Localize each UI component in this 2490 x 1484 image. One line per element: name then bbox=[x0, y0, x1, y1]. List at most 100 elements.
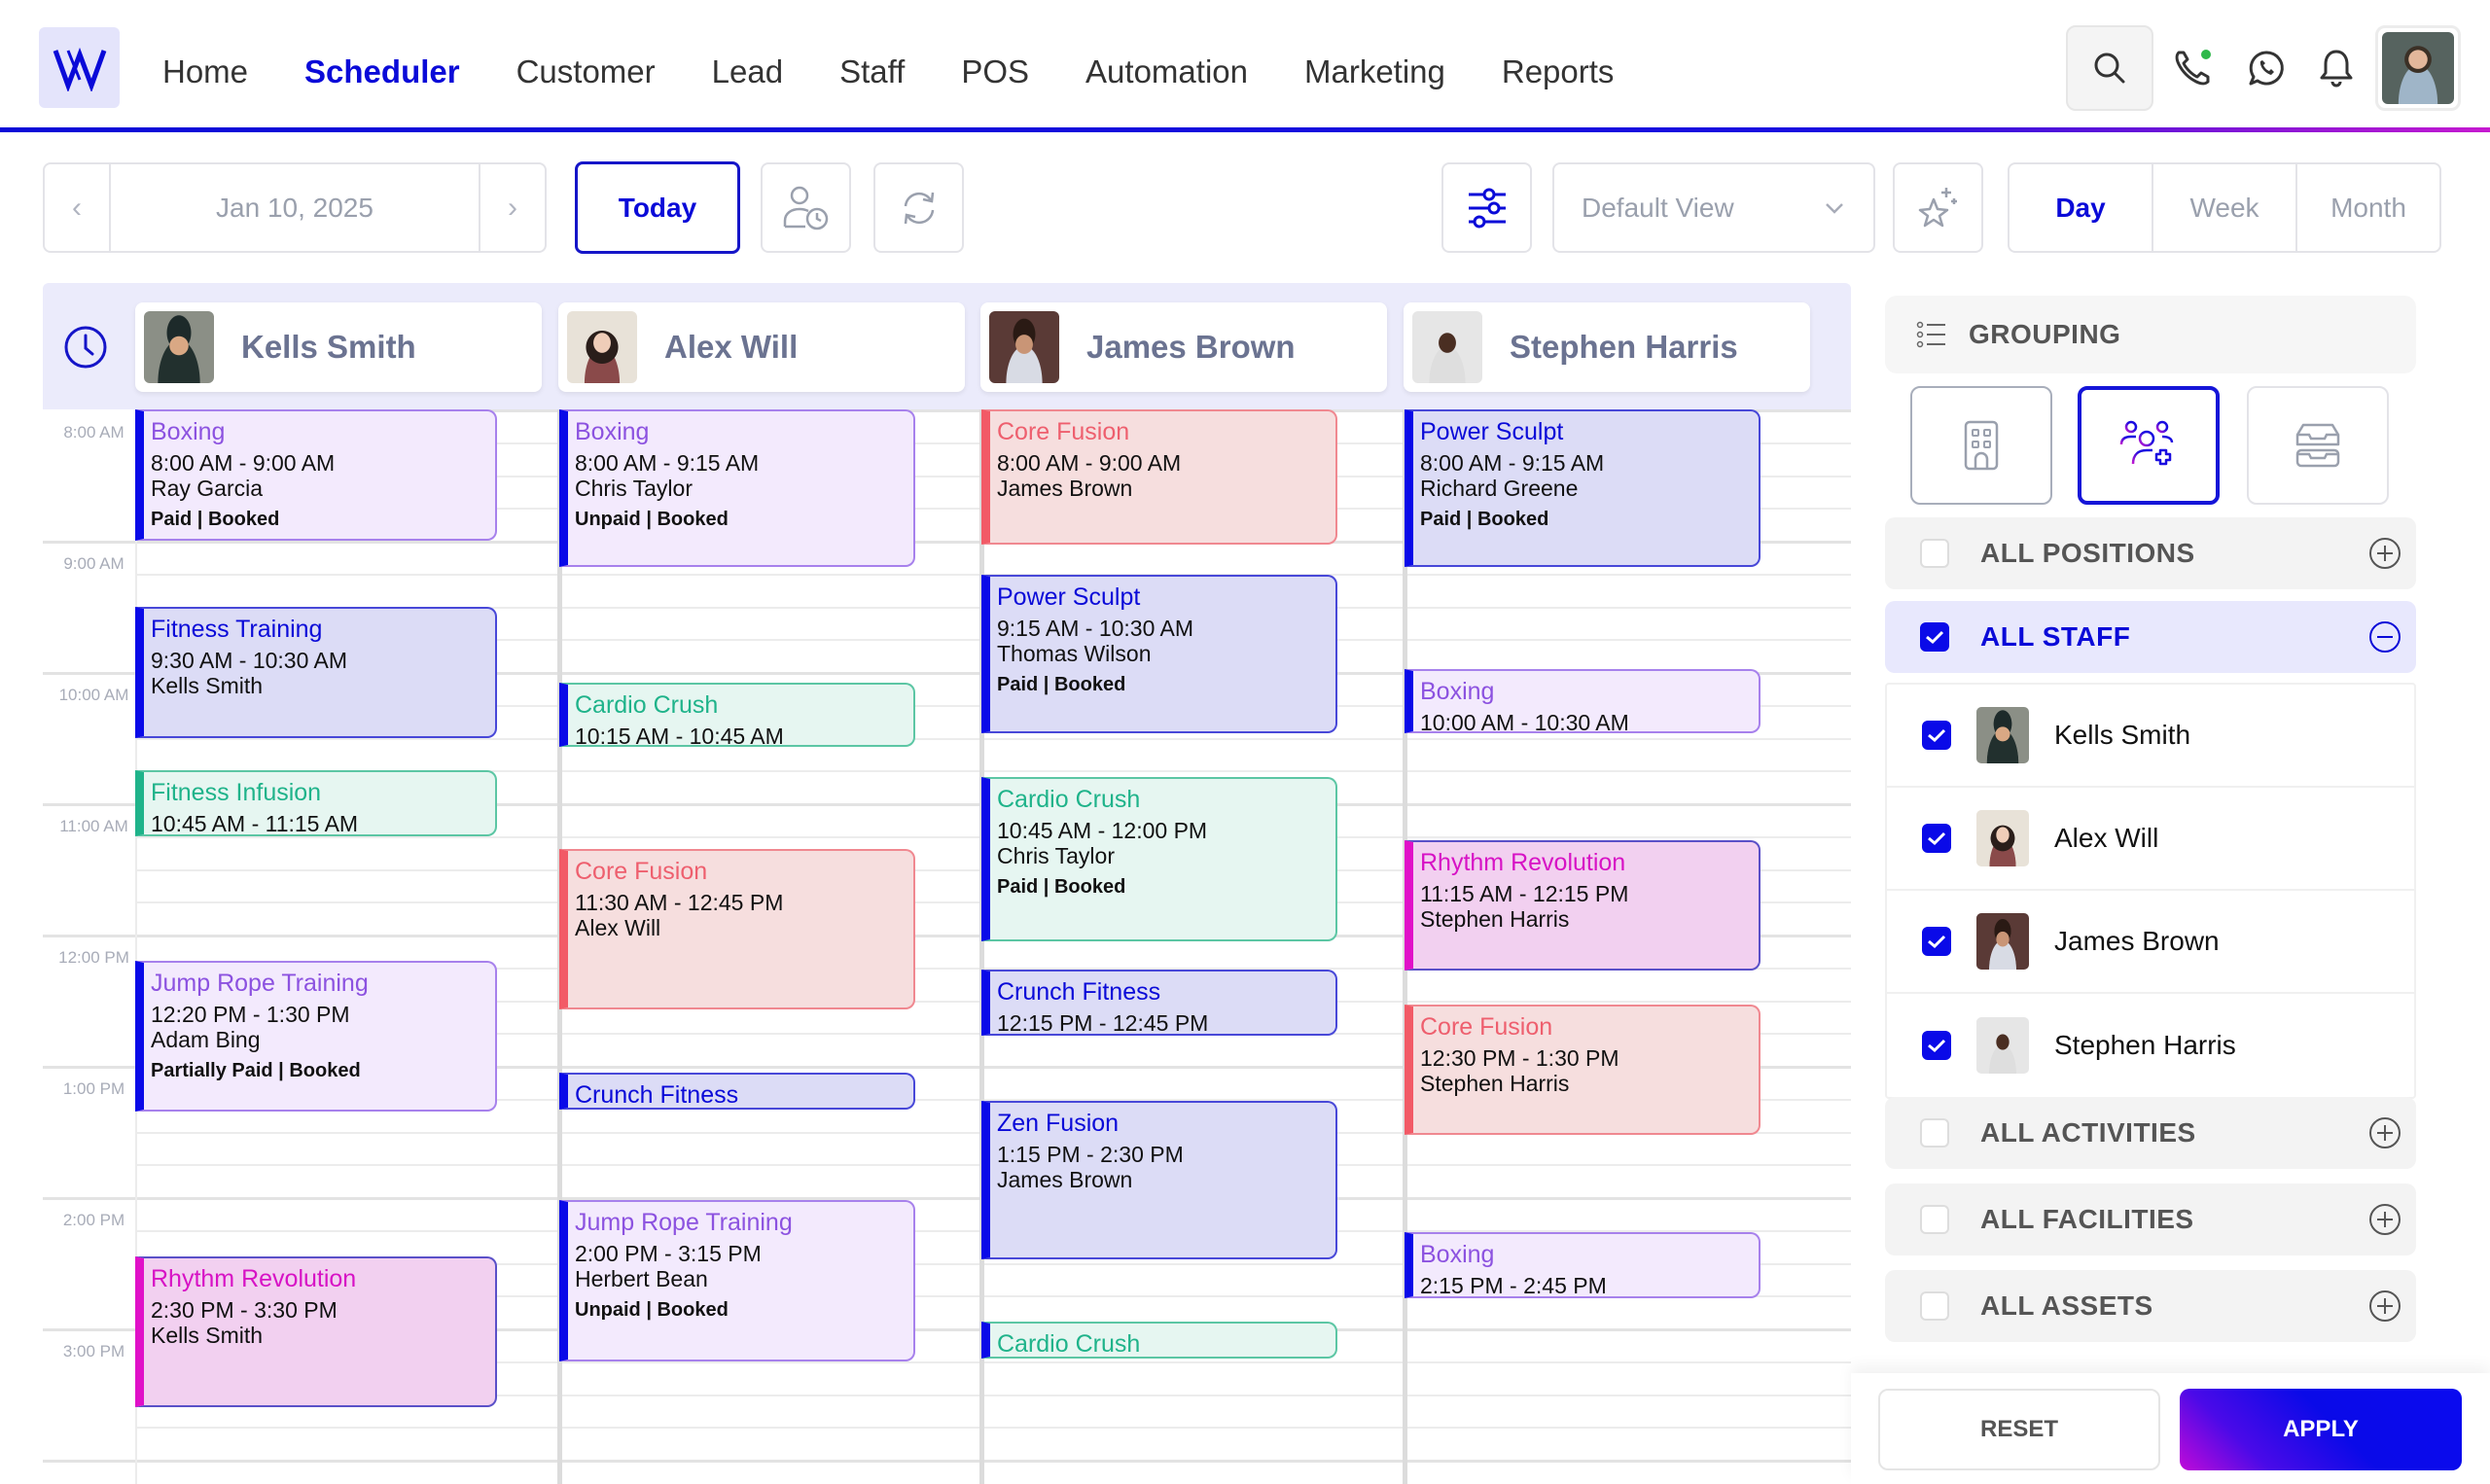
appointment-card[interactable]: Core Fusion 11:30 AM - 12:45 PM Alex Will bbox=[559, 849, 915, 1009]
appointment-card[interactable]: Boxing 10:00 AM - 10:30 AM bbox=[1405, 669, 1761, 733]
appointment-card[interactable]: Core Fusion 8:00 AM - 9:00 AM James Brown bbox=[981, 409, 1337, 545]
previous-day-button[interactable]: ‹ bbox=[45, 164, 109, 251]
notifications-button[interactable] bbox=[2315, 47, 2358, 89]
staff-availability-button[interactable] bbox=[761, 162, 851, 253]
whatsapp-button[interactable] bbox=[2245, 47, 2288, 89]
current-date[interactable]: Jan 10, 2025 bbox=[109, 164, 480, 251]
appointment-card[interactable]: Crunch Fitness bbox=[559, 1073, 915, 1110]
nav-scheduler[interactable]: Scheduler bbox=[304, 43, 460, 101]
appointment-card[interactable]: Cardio Crush 10:15 AM - 10:45 AM bbox=[559, 683, 915, 747]
time-grid[interactable]: 8:00 AM 9:00 AM 10:00 AM 11:00 AM 12:00 PM 1:… bbox=[43, 409, 1851, 1484]
staff-checkbox[interactable] bbox=[1922, 824, 1951, 853]
staff-column-header[interactable]: Kells Smith bbox=[135, 302, 542, 392]
building-icon bbox=[1964, 420, 1999, 471]
all-positions-checkbox[interactable] bbox=[1920, 539, 1949, 568]
appointment-card[interactable]: Fitness Infusion 10:45 AM - 11:15 AM bbox=[135, 770, 497, 836]
appointment-card[interactable]: Power Sculpt 8:00 AM - 9:15 AM Richard Gre… bbox=[1405, 409, 1761, 567]
all-assets-checkbox[interactable] bbox=[1920, 1291, 1949, 1321]
today-button[interactable]: Today bbox=[575, 161, 740, 254]
expand-plus-icon[interactable] bbox=[2367, 1115, 2402, 1150]
search-button[interactable] bbox=[2066, 25, 2153, 111]
all-staff-checkbox[interactable] bbox=[1920, 622, 1949, 652]
filter-settings-button[interactable] bbox=[1441, 162, 1532, 253]
apply-button[interactable]: APPLY bbox=[2180, 1389, 2462, 1470]
filter-all-activities[interactable]: ALL ACTIVITIES bbox=[1885, 1097, 2416, 1169]
staff-column-header[interactable]: Stephen Harris bbox=[1404, 302, 1810, 392]
appointment-card[interactable]: Cardio Crush 10:45 AM - 12:00 PM Chris Tay… bbox=[981, 777, 1337, 941]
quarter-gridline bbox=[135, 1427, 1851, 1429]
group-by-asset-button[interactable] bbox=[2247, 386, 2389, 505]
filter-all-staff[interactable]: ALL STAFF bbox=[1885, 601, 2416, 673]
all-activities-checkbox[interactable] bbox=[1920, 1118, 1949, 1148]
staff-filter-item[interactable]: Stephen Harris bbox=[1887, 994, 2414, 1097]
view-mode-month[interactable]: Month bbox=[2295, 164, 2439, 251]
filter-all-positions[interactable]: ALL POSITIONS bbox=[1885, 517, 2416, 589]
staff-checkbox[interactable] bbox=[1922, 721, 1951, 750]
staff-checkbox[interactable] bbox=[1922, 927, 1951, 956]
time-label: 1:00 PM bbox=[62, 1079, 125, 1098]
nav-lead[interactable]: Lead bbox=[712, 43, 783, 101]
appointment-card[interactable]: Boxing 8:00 AM - 9:00 AM Ray Garcia Paid | … bbox=[135, 409, 497, 541]
reset-button[interactable]: RESET bbox=[1878, 1389, 2160, 1470]
staff-filter-item[interactable]: Alex Will bbox=[1887, 788, 2414, 891]
refresh-button[interactable] bbox=[873, 162, 964, 253]
staff-checkbox[interactable] bbox=[1922, 1031, 1951, 1060]
phone-button[interactable] bbox=[2171, 47, 2214, 89]
favorite-view-button[interactable] bbox=[1893, 162, 1983, 253]
appointment-client: Alex Will bbox=[575, 915, 661, 940]
staff-name: Alex Will bbox=[664, 329, 799, 365]
appointment-card[interactable]: Jump Rope Training 12:20 PM - 1:30 PM Adam… bbox=[135, 961, 497, 1112]
appointment-title: Boxing bbox=[1420, 678, 1495, 705]
appointment-client: Adam Bing bbox=[151, 1027, 261, 1052]
expand-plus-icon[interactable] bbox=[2367, 536, 2402, 571]
nav-home[interactable]: Home bbox=[162, 43, 248, 101]
appointment-card[interactable]: Boxing 2:15 PM - 2:45 PM bbox=[1405, 1232, 1761, 1298]
appointment-title: Zen Fusion bbox=[997, 1110, 1120, 1137]
expand-plus-icon[interactable] bbox=[2367, 1202, 2402, 1237]
chevron-down-icon bbox=[1826, 202, 1843, 214]
sliders-icon bbox=[1468, 188, 1506, 228]
collapse-minus-icon[interactable] bbox=[2367, 619, 2402, 654]
staff-column-header[interactable]: James Brown bbox=[980, 302, 1387, 392]
checkmark-icon bbox=[1928, 935, 1946, 949]
appointment-time: 12:20 PM - 1:30 PM bbox=[151, 1002, 350, 1027]
nav-pos[interactable]: POS bbox=[961, 43, 1029, 101]
appointment-client: Kells Smith bbox=[151, 1323, 264, 1348]
appointment-card[interactable]: Crunch Fitness 12:15 PM - 12:45 PM bbox=[981, 970, 1337, 1036]
appointment-client: Ray Garcia bbox=[151, 476, 264, 501]
filter-all-assets[interactable]: ALL ASSETS bbox=[1885, 1270, 2416, 1342]
staff-filter-item[interactable]: James Brown bbox=[1887, 891, 2414, 994]
nav-automation[interactable]: Automation bbox=[1085, 43, 1248, 101]
user-avatar[interactable] bbox=[2375, 25, 2461, 111]
appointment-card[interactable]: Jump Rope Training 2:00 PM - 3:15 PM Herbe… bbox=[559, 1200, 915, 1361]
appointment-card[interactable]: Fitness Training 9:30 AM - 10:30 AM Kells … bbox=[135, 607, 497, 738]
appointment-card[interactable]: Power Sculpt 9:15 AM - 10:30 AM Thomas Wil… bbox=[981, 575, 1337, 733]
staff-column-header[interactable]: Alex Will bbox=[558, 302, 965, 392]
nav-reports[interactable]: Reports bbox=[1502, 43, 1615, 101]
view-mode-week[interactable]: Week bbox=[2152, 164, 2295, 251]
group-by-facility-button[interactable] bbox=[1910, 386, 2052, 505]
appointment-card[interactable]: Boxing 8:00 AM - 9:15 AM Chris Taylor Unpai… bbox=[559, 409, 915, 567]
group-by-staff-button[interactable] bbox=[2078, 386, 2220, 505]
next-day-button[interactable]: › bbox=[480, 164, 545, 251]
view-select[interactable]: Default View bbox=[1552, 162, 1875, 253]
appointment-client: Herbert Bean bbox=[575, 1266, 708, 1291]
view-mode-day[interactable]: Day bbox=[2010, 164, 2152, 251]
filter-all-facilities[interactable]: ALL FACILITIES bbox=[1885, 1184, 2416, 1255]
appointment-time: 8:00 AM - 9:00 AM bbox=[997, 450, 1182, 476]
nav-staff[interactable]: Staff bbox=[839, 43, 905, 101]
appointment-card[interactable]: Rhythm Revolution 11:15 AM - 12:15 PM Step… bbox=[1405, 840, 1761, 971]
appointment-card[interactable]: Cardio Crush bbox=[981, 1322, 1337, 1359]
appointment-title: Core Fusion bbox=[1420, 1013, 1553, 1041]
appointment-card[interactable]: Core Fusion 12:30 PM - 1:30 PM Stephen Har… bbox=[1405, 1005, 1761, 1135]
staff-name: Stephen Harris bbox=[2054, 1030, 2236, 1060]
app-logo[interactable] bbox=[39, 27, 120, 108]
appointment-card[interactable]: Zen Fusion 1:15 PM - 2:30 PM James Brown bbox=[981, 1101, 1337, 1259]
nav-customer[interactable]: Customer bbox=[516, 43, 656, 101]
appointment-time: 11:30 AM - 12:45 PM bbox=[575, 890, 784, 915]
nav-marketing[interactable]: Marketing bbox=[1304, 43, 1445, 101]
all-facilities-checkbox[interactable] bbox=[1920, 1205, 1949, 1234]
expand-plus-icon[interactable] bbox=[2367, 1289, 2402, 1324]
staff-filter-item[interactable]: Kells Smith bbox=[1887, 685, 2414, 788]
appointment-card[interactable]: Rhythm Revolution 2:30 PM - 3:30 PM Kells … bbox=[135, 1256, 497, 1407]
